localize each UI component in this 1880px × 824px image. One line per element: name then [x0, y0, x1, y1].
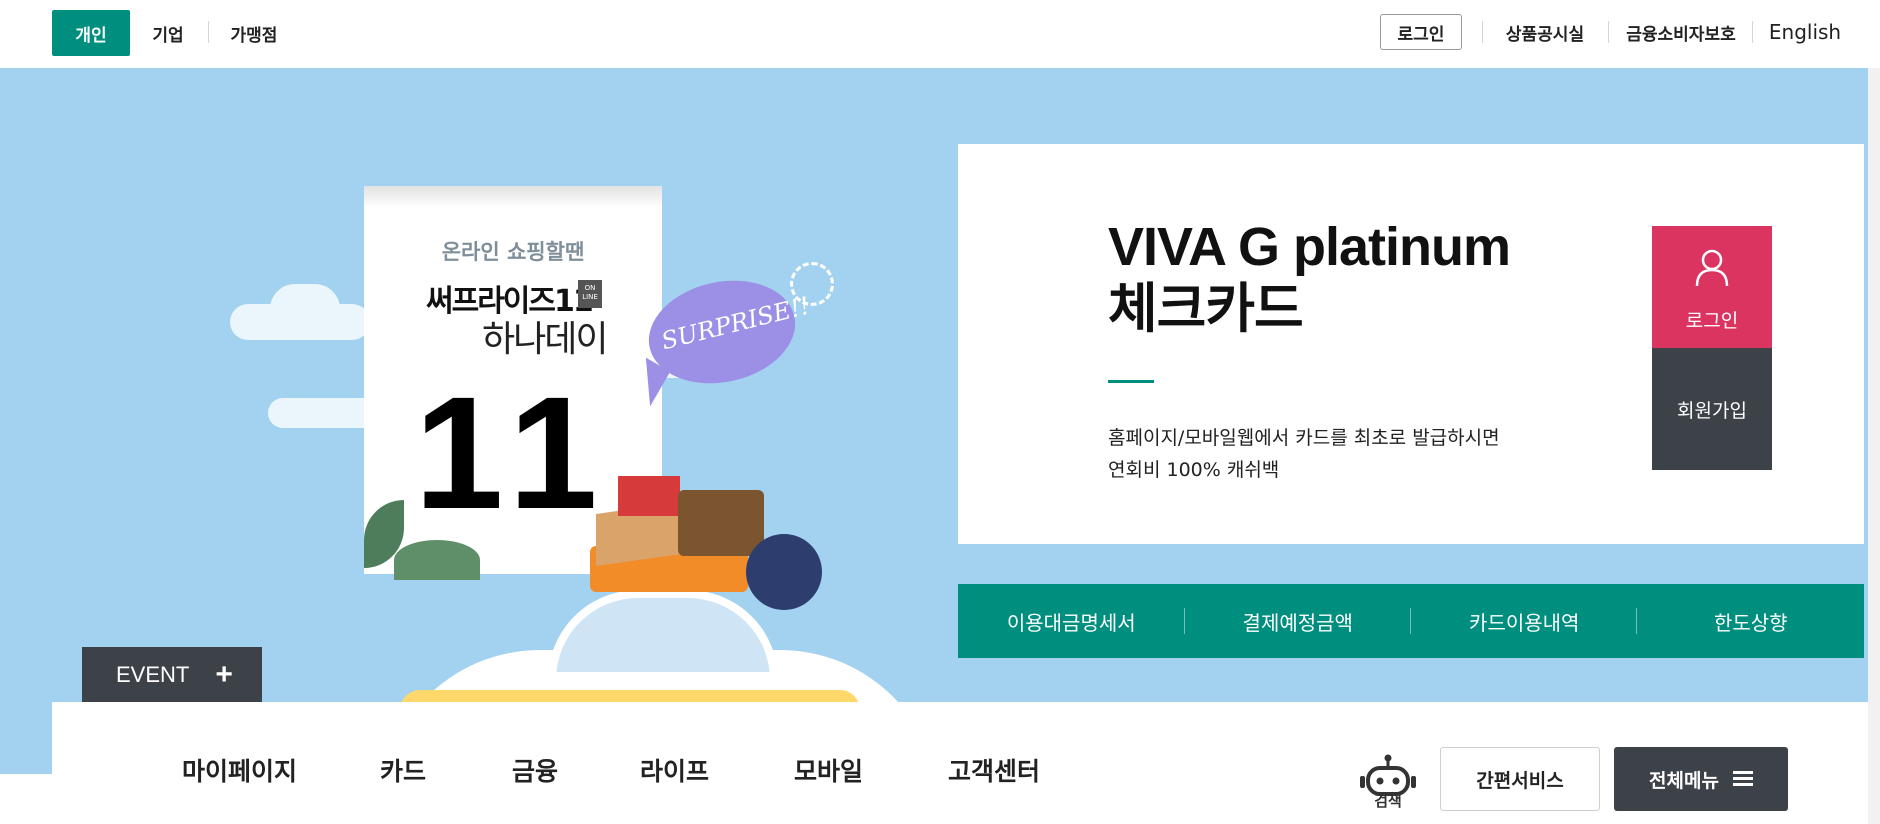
- calendar-binding: [364, 186, 662, 208]
- event-label: EVENT: [116, 662, 190, 687]
- nav-mobile[interactable]: 모바일: [794, 752, 863, 788]
- product-title-line1: VIVA G platinum: [1108, 217, 1511, 277]
- user-icon: [1695, 249, 1729, 287]
- divider: [1410, 608, 1411, 634]
- side-login-button[interactable]: 로그인: [1652, 226, 1772, 348]
- divider: [1636, 608, 1637, 634]
- join-button[interactable]: 회원가입: [1652, 348, 1772, 470]
- tab-personal[interactable]: 개인: [52, 10, 130, 56]
- tab-merchant[interactable]: 가맹점: [222, 10, 286, 56]
- quick-card-usage[interactable]: 카드이용내역: [1411, 584, 1638, 658]
- all-menu-label: 전체메뉴: [1649, 769, 1719, 792]
- quick-payment-due[interactable]: 결제예정금액: [1185, 584, 1412, 658]
- product-description: 홈페이지/모바일웹에서 카드를 최초로 발급하시면 연회비 100% 캐쉬백: [1108, 422, 1628, 486]
- product-title-line2: 체크카드: [1108, 279, 1304, 339]
- login-link[interactable]: 로그인: [1380, 14, 1462, 50]
- divider: [1482, 21, 1483, 43]
- quick-label: 결제예정금액: [1242, 610, 1353, 635]
- consumer-protection-link[interactable]: 금융소비자보호: [1626, 14, 1736, 50]
- scrollbar[interactable]: [1868, 68, 1880, 824]
- divider: [1752, 21, 1753, 43]
- tab-corporate[interactable]: 기업: [142, 10, 194, 56]
- nav-card[interactable]: 카드: [380, 752, 426, 788]
- beach-umbrella-icon: [746, 534, 822, 610]
- online-badge: ON LINE: [578, 280, 602, 308]
- leaf-icon: [394, 540, 480, 580]
- calendar-subtitle: 온라인 쇼핑할땐: [441, 240, 585, 264]
- hamburger-icon: [1732, 771, 1753, 787]
- nav-finance[interactable]: 금융: [512, 752, 558, 788]
- divider: [1184, 608, 1185, 634]
- product-notice-link[interactable]: 상품공시실: [1500, 14, 1590, 50]
- nav-life[interactable]: 라이프: [640, 752, 709, 788]
- accent-line: [1108, 380, 1154, 383]
- plus-icon: +: [215, 658, 233, 691]
- product-desc-line1: 홈페이지/모바일웹에서 카드를 최초로 발급하시면: [1108, 427, 1500, 449]
- gift-box-icon: [618, 476, 680, 516]
- quick-limit-increase[interactable]: 한도상향: [1638, 584, 1865, 658]
- join-label: 회원가입: [1677, 399, 1747, 422]
- quick-label: 한도상향: [1713, 610, 1788, 635]
- divider: [1608, 21, 1609, 43]
- all-menu-button[interactable]: 전체메뉴: [1614, 747, 1788, 811]
- nav-customer-center[interactable]: 고객센터: [948, 752, 1040, 788]
- quick-menu: 이용대금명세서 결제예정금액 카드이용내역 한도상향: [958, 584, 1864, 658]
- divider: [208, 21, 209, 43]
- quick-label: 이용대금명세서: [1006, 610, 1136, 635]
- simple-service-button[interactable]: 간편서비스: [1440, 747, 1600, 811]
- search-label[interactable]: 검색: [1356, 790, 1420, 811]
- event-button[interactable]: EVENT +: [82, 647, 262, 703]
- suitcase-icon: [678, 490, 764, 556]
- quick-label: 카드이용내역: [1469, 610, 1580, 635]
- simple-service-label: 간편서비스: [1476, 769, 1564, 792]
- product-title: VIVA G platinum 체크카드: [1108, 216, 1668, 340]
- side-login-label: 로그인: [1685, 310, 1739, 332]
- top-bar: 개인 기업 가맹점 로그인 상품공시실 금융소비자보호 English: [0, 0, 1880, 68]
- nav-mypage[interactable]: 마이페이지: [182, 752, 297, 788]
- product-desc-line2: 연회비 100% 캐쉬백: [1108, 459, 1280, 481]
- cloud: [270, 284, 340, 334]
- calendar-brand-sub: 하나데이: [482, 319, 608, 360]
- quick-statement[interactable]: 이용대금명세서: [958, 584, 1185, 658]
- english-link[interactable]: English: [1769, 14, 1841, 50]
